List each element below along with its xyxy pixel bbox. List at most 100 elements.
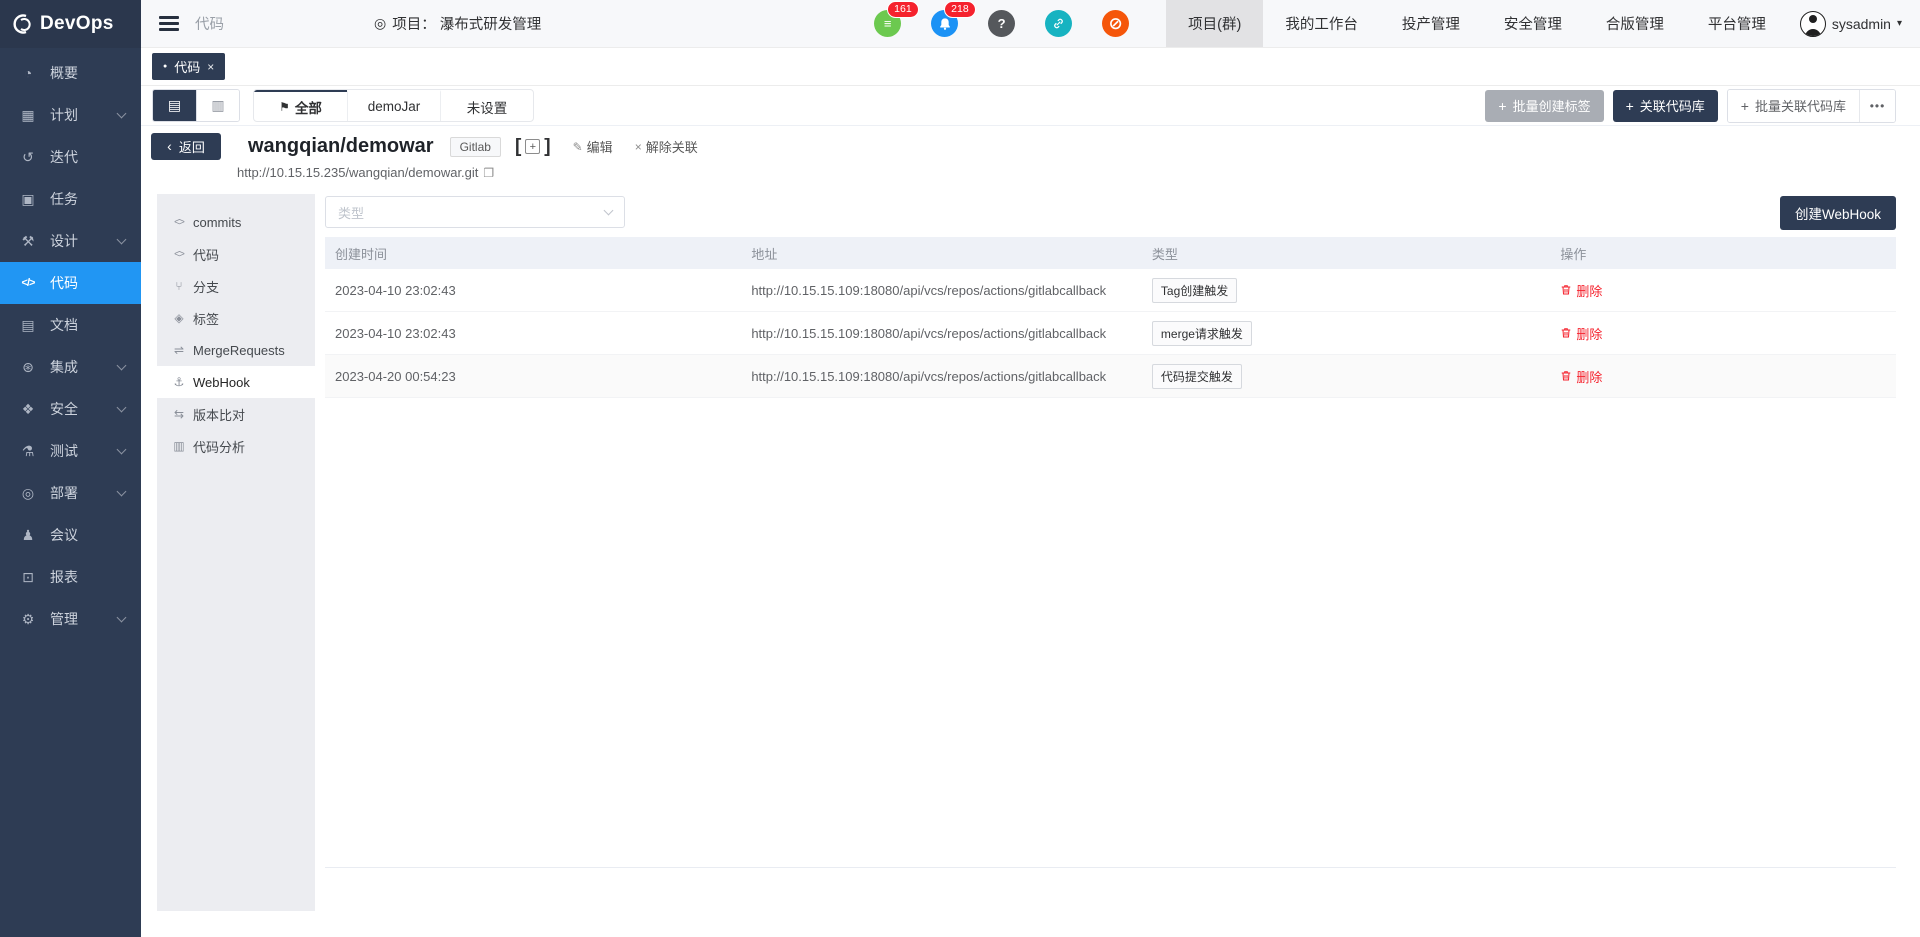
sidebar-item-report[interactable]: ⊡报表 [0,556,141,598]
menu-item-branches[interactable]: ⑂分支 [157,270,315,302]
content: <>commits <>代码 ⑂分支 ◈标签 ⇌MergeRequests ⚓W… [141,186,1920,937]
menu-item-merge-requests[interactable]: ⇌MergeRequests [157,334,315,366]
repo-url: http://10.15.15.235/wangqian/demowar.git [237,165,478,180]
shield-icon: ❖ [18,401,38,418]
create-webhook-button[interactable]: 创建WebHook [1780,196,1896,230]
nav-item-security-admin[interactable]: 安全管理 [1482,0,1584,47]
type-badge: Tag创建触发 [1152,278,1237,303]
tab-chip-code[interactable]: ● 代码 × [152,53,225,80]
repo-header: ‹ 返回 wangqian/demowar Gitlab [ + ] ✎ 编辑 … [141,126,1920,186]
menu-item-version-compare[interactable]: ⇆版本比对 [157,398,315,430]
sidebar-item-code[interactable]: </>代码 [0,262,141,304]
repo-type-badge: Gitlab [450,137,501,157]
menu-item-webhook[interactable]: ⚓WebHook [157,366,315,398]
top-nav: 项目(群) 我的工作台 投产管理 安全管理 合版管理 平台管理 [1166,0,1788,47]
link-repo-button[interactable]: + 关联代码库 [1613,90,1718,122]
type-badge: 代码提交触发 [1152,364,1242,389]
col-actions: 操作 [1550,244,1896,263]
trash-icon [1560,284,1572,296]
code-icon: <> [171,249,187,260]
tab-all[interactable]: ⚑ 全部 [254,90,347,121]
logo-text: DevOps [40,13,114,35]
batch-create-tag-button[interactable]: + 批量创建标签 [1485,90,1603,122]
delete-button[interactable]: 删除 [1560,281,1602,300]
sidebar-item-task[interactable]: ▣任务 [0,178,141,220]
plus-icon: + [1626,98,1634,114]
batch-link-repo-button[interactable]: + 批量关联代码库 [1728,90,1859,122]
toolbar-actions: + 批量创建标签 + 关联代码库 + 批量关联代码库 ••• [1485,89,1896,123]
more-actions-button[interactable]: ••• [1859,90,1895,122]
chevron-down-icon [117,361,127,371]
menu-item-code[interactable]: <>代码 [157,238,315,270]
open-tabs-bar: ● 代码 × [141,48,1920,86]
gear-icon: ⚙ [18,611,38,628]
type-badge: merge请求触发 [1152,321,1252,346]
toolbar: ▤ ▥ ⚑ 全部 demoJar 未设置 + 批量创建标签 + 关联代码库 [141,86,1920,126]
user-menu[interactable]: sysadmin ▾ [1788,11,1920,37]
bell-icon[interactable]: 218 [931,10,958,37]
hamburger-menu-icon[interactable] [159,13,179,35]
topbar: 代码 ◎ 项目： 瀑布式研发管理 ≡ 161 218 ? [141,0,1920,48]
username: sysadmin [1832,16,1891,32]
flask-icon: ⚗ [18,443,38,460]
chevron-down-icon [117,445,127,455]
cell-created: 2023-04-10 23:02:43 [325,326,741,341]
sidebar: DevOps ◔概要 ▦计划 ↺迭代 ▣任务 ⚒设计 </>代码 ▤文档 ⊛集成… [0,0,141,937]
tab-unset[interactable]: 未设置 [440,90,533,121]
sidebar-item-docs[interactable]: ▤文档 [0,304,141,346]
report-doc-icon[interactable]: ≡ 161 [874,10,901,37]
sidebar-item-admin[interactable]: ⚙管理 [0,598,141,640]
help-icon[interactable]: ? [988,10,1015,37]
pin-icon: ⚑ [279,100,290,114]
edit-link[interactable]: ✎ 编辑 [573,137,613,156]
active-dot-icon: ● [163,63,167,70]
link-glyph [1052,17,1065,30]
sidebar-item-design[interactable]: ⚒设计 [0,220,141,262]
unlink-link[interactable]: × 解除关联 [635,137,698,156]
tab-demojar[interactable]: demoJar [347,90,440,121]
monitor-icon: ⊡ [18,569,38,586]
card-view-button[interactable]: ▥ [196,90,239,121]
sidebar-item-test[interactable]: ⚗测试 [0,430,141,472]
chevron-down-icon [604,205,614,215]
nav-item-workbench[interactable]: 我的工作台 [1263,0,1380,47]
list-view-button[interactable]: ▤ [153,90,196,121]
trash-icon [1560,327,1572,339]
filter-row: 类型 创建WebHook [325,196,1896,230]
delete-button[interactable]: 删除 [1560,324,1602,343]
close-icon[interactable]: × [207,60,214,74]
delete-button[interactable]: 删除 [1560,367,1602,386]
sidebar-item-deploy[interactable]: ◎部署 [0,472,141,514]
tools-icon: ⚒ [18,233,38,250]
project-title: ◎ 项目： 瀑布式研发管理 [374,13,541,34]
badge-count: 161 [887,1,919,18]
nav-item-projects[interactable]: 项目(群) [1166,0,1263,47]
menu-item-tags[interactable]: ◈标签 [157,302,315,334]
copy-icon[interactable]: ❐ [483,166,494,180]
logo[interactable]: DevOps [0,0,141,48]
repo-name: wangqian/demowar [248,135,434,158]
hook-icon: ⚓ [171,375,187,389]
avatar [1800,11,1826,37]
add-scope-button[interactable]: + [525,139,540,154]
sidebar-item-plan[interactable]: ▦计划 [0,94,141,136]
sidebar-item-integration[interactable]: ⊛集成 [0,346,141,388]
app-root: DevOps ◔概要 ▦计划 ↺迭代 ▣任务 ⚒设计 </>代码 ▤文档 ⊛集成… [0,0,1920,937]
sidebar-item-security[interactable]: ❖安全 [0,388,141,430]
nav-item-version-admin[interactable]: 合版管理 [1584,0,1686,47]
close-icon: × [635,140,642,154]
nav-item-platform-admin[interactable]: 平台管理 [1686,0,1788,47]
menu-item-code-analysis[interactable]: ▥代码分析 [157,430,315,462]
menu-item-commits[interactable]: <>commits [157,206,315,238]
back-arrow-icon: ‹ [167,138,172,154]
sidebar-item-overview[interactable]: ◔概要 [0,52,141,94]
main: 代码 ◎ 项目： 瀑布式研发管理 ≡ 161 218 ? [141,0,1920,937]
ellipsis-icon: ••• [1870,99,1886,113]
sidebar-item-meeting[interactable]: ♟会议 [0,514,141,556]
sidebar-item-iteration[interactable]: ↺迭代 [0,136,141,178]
back-button[interactable]: ‹ 返回 [151,133,221,160]
nav-item-production[interactable]: 投产管理 [1380,0,1482,47]
type-filter-select[interactable]: 类型 [325,196,625,228]
forbidden-icon[interactable]: ⊘ [1102,10,1129,37]
share-link-icon[interactable] [1045,10,1072,37]
